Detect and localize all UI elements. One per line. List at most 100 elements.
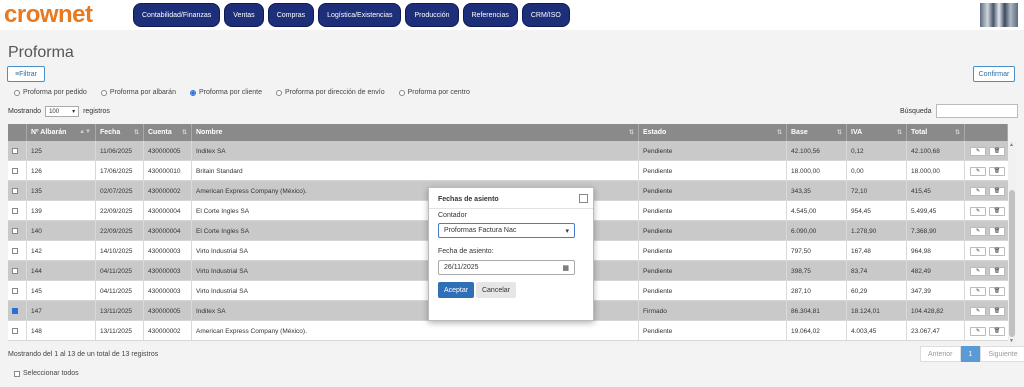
header-fecha[interactable]: Fecha ⇅ xyxy=(96,124,144,141)
cell-iva: 0,00 xyxy=(847,161,907,181)
row-checkbox[interactable] xyxy=(12,148,18,154)
checkbox-icon[interactable] xyxy=(14,370,20,377)
contador-select[interactable]: Proformas Factura Nac ▾ xyxy=(438,223,575,238)
cell-nombre: American Express Company (México). xyxy=(192,321,639,341)
radio-pedido[interactable]: Proforma por pedido xyxy=(14,89,87,96)
edit-icon[interactable]: ✎ xyxy=(970,286,986,296)
radio-direccion-envio[interactable]: Proforma por dirección de envío xyxy=(276,89,385,96)
row-checkbox[interactable] xyxy=(12,248,18,254)
delete-icon[interactable]: 🗑 xyxy=(989,246,1005,256)
cell-albaran: 148 xyxy=(27,321,96,341)
calendar-icon[interactable]: ▦ xyxy=(562,264,569,272)
user-avatar[interactable] xyxy=(980,3,1018,27)
header-nombre[interactable]: Nombre ⇅ xyxy=(192,124,639,141)
delete-icon[interactable]: 🗑 xyxy=(989,326,1005,336)
crownet-logo[interactable]: crownet xyxy=(4,1,93,29)
edit-icon[interactable]: ✎ xyxy=(970,206,986,216)
header-estado[interactable]: Estado ⇅ xyxy=(639,124,787,141)
table-row[interactable]: 148 13/11/2025 430000002 American Express C… xyxy=(8,321,1008,341)
row-checkbox[interactable] xyxy=(12,268,18,274)
cell-total: 482,49 xyxy=(907,261,965,281)
nav-logistica[interactable]: Logística/Existencias xyxy=(318,3,402,27)
nav-ventas[interactable]: Ventas xyxy=(224,3,264,27)
nav-produccion[interactable]: Producción xyxy=(405,3,459,27)
delete-icon[interactable]: 🗑 xyxy=(989,146,1005,156)
table-row[interactable]: 126 17/06/2025 430000010 Britain Standard Pe… xyxy=(8,161,1008,181)
cell-cuenta: 430000002 xyxy=(144,181,192,201)
cell-cuenta: 430000004 xyxy=(144,201,192,221)
nav-contabilidad[interactable]: Contabilidad/Finanzas xyxy=(133,3,221,27)
cell-cuenta: 430000003 xyxy=(144,281,192,301)
edit-icon[interactable]: ✎ xyxy=(970,166,986,176)
search-control: Búsqueda xyxy=(900,104,1018,118)
cell-nombre: Britain Standard xyxy=(192,161,639,181)
accept-button[interactable]: Aceptar xyxy=(438,282,474,298)
header-iva[interactable]: IVA ⇅ xyxy=(847,124,907,141)
cell-base: 19.064,02 xyxy=(787,321,847,341)
radio-selected-icon xyxy=(189,89,196,96)
page-size-select[interactable]: 100 ▾ xyxy=(45,106,80,117)
header-total[interactable]: Total ⇅ xyxy=(907,124,965,141)
cell-total: 964,98 xyxy=(907,241,965,261)
filter-label: Filtrar xyxy=(19,70,37,78)
delete-icon[interactable]: 🗑 xyxy=(989,306,1005,316)
cell-base: 42.100,56 xyxy=(787,141,847,161)
dialog-close-checkbox[interactable] xyxy=(579,194,588,203)
edit-icon[interactable]: ✎ xyxy=(970,226,986,236)
edit-icon[interactable]: ✎ xyxy=(970,146,986,156)
radio-albaran[interactable]: Proforma por albarán xyxy=(100,89,176,96)
header-cuenta[interactable]: Cuenta ⇅ xyxy=(144,124,192,141)
row-checkbox[interactable] xyxy=(12,188,18,194)
fecha-asiento-label: Fecha de asiento: xyxy=(438,248,494,255)
next-page-button[interactable]: Siguiente xyxy=(980,346,1024,362)
radio-cliente[interactable]: Proforma por cliente xyxy=(189,89,262,96)
scroll-thumb[interactable] xyxy=(1009,190,1015,337)
scroll-down-icon[interactable]: ▼ xyxy=(1009,338,1014,344)
row-actions: ✎ 🗑 xyxy=(965,281,1008,301)
delete-icon[interactable]: 🗑 xyxy=(989,166,1005,176)
delete-icon[interactable]: 🗑 xyxy=(989,286,1005,296)
edit-icon[interactable]: ✎ xyxy=(970,246,986,256)
row-actions: ✎ 🗑 xyxy=(965,221,1008,241)
delete-icon[interactable]: 🗑 xyxy=(989,206,1005,216)
radio-centro[interactable]: Proforma por centro xyxy=(398,89,470,96)
delete-icon[interactable]: 🗑 xyxy=(989,226,1005,236)
scroll-up-icon[interactable]: ▲ xyxy=(1009,142,1014,148)
contador-label: Contador xyxy=(438,212,467,219)
search-input[interactable] xyxy=(935,104,1018,118)
edit-icon[interactable]: ✎ xyxy=(970,306,986,316)
fecha-asiento-input[interactable]: 26/11/2025 ▦ xyxy=(438,260,575,275)
row-checkbox[interactable] xyxy=(12,328,18,334)
cell-iva: 60,29 xyxy=(847,281,907,301)
nav-crm-iso[interactable]: CRM/ISO xyxy=(521,3,570,27)
header-albaran[interactable]: Nº Albarán ▲▼ xyxy=(27,124,96,141)
chevron-down-icon: ▾ xyxy=(72,109,76,115)
table-row[interactable]: 125 11/06/2025 430000005 Inditex SA Pendient… xyxy=(8,141,1008,161)
nav-referencias[interactable]: Referencias xyxy=(462,3,518,27)
row-checkbox[interactable] xyxy=(12,288,18,294)
delete-icon[interactable]: 🗑 xyxy=(989,266,1005,276)
cell-total: 7.368,90 xyxy=(907,221,965,241)
prev-page-button[interactable]: Anterior xyxy=(920,346,961,362)
filter-button[interactable]: ≡ Filtrar xyxy=(7,66,45,82)
edit-icon[interactable]: ✎ xyxy=(970,326,986,336)
page-1-button[interactable]: 1 xyxy=(960,346,981,362)
row-select-cell xyxy=(8,141,27,161)
row-checkbox[interactable] xyxy=(12,168,18,174)
select-all[interactable]: Seleccionar todos xyxy=(14,370,79,377)
delete-icon[interactable]: 🗑 xyxy=(989,186,1005,196)
cell-cuenta: 430000005 xyxy=(144,141,192,161)
sort-icon: ⇅ xyxy=(181,130,187,136)
row-checkbox[interactable] xyxy=(12,308,18,314)
records-info: Mostrando del 1 al 13 de un total de 13 … xyxy=(8,351,159,358)
header-base[interactable]: Base ⇅ xyxy=(787,124,847,141)
edit-icon[interactable]: ✎ xyxy=(970,266,986,276)
cancel-button[interactable]: Cancelar xyxy=(476,282,516,298)
row-checkbox[interactable] xyxy=(12,208,18,214)
row-actions: ✎ 🗑 xyxy=(965,321,1008,341)
row-checkbox[interactable] xyxy=(12,228,18,234)
nav-compras[interactable]: Compras xyxy=(267,3,315,27)
confirm-button[interactable]: Confirmar xyxy=(973,66,1015,82)
edit-icon[interactable]: ✎ xyxy=(970,186,986,196)
cell-estado: Pendiente xyxy=(639,161,787,181)
